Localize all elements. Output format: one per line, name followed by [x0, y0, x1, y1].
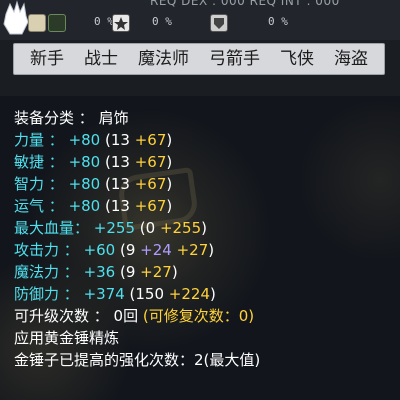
- stat-base: (0: [135, 219, 160, 237]
- slot-b-percent: 0 %: [152, 15, 172, 28]
- job-beginner[interactable]: 新手: [28, 43, 66, 75]
- stat-value: +80: [68, 197, 101, 215]
- job-bowman[interactable]: 弓箭手: [207, 43, 262, 75]
- job-magician[interactable]: 魔法师: [136, 43, 191, 75]
- stat-str: 力量 ： +80 (13 +67): [14, 130, 172, 150]
- stat-base: (13: [100, 175, 135, 193]
- stat-value: +374: [83, 285, 125, 303]
- stat-bonus: +67: [134, 175, 167, 193]
- stat-base: (150: [124, 285, 169, 303]
- stat-max-hp: 最大血量： +255 (0 +255): [14, 218, 207, 238]
- scroll-icon: [48, 14, 66, 32]
- stat-base: (13: [100, 153, 135, 171]
- stat-label: 最大血量：: [14, 219, 90, 237]
- slot-c-percent: 0 %: [268, 15, 288, 28]
- equip-category-value: 肩饰: [98, 109, 129, 127]
- stat-int: 智力 ： +80 (13 +67): [14, 174, 172, 194]
- stat-base: (13: [100, 131, 135, 149]
- upgrade-label: 可升级次数 ：: [14, 307, 114, 325]
- stat-bonus: +27: [140, 263, 172, 281]
- hammer-applied: 应用黄金锤精炼: [14, 329, 120, 347]
- shield-icon: [210, 14, 228, 32]
- stat-base: (13: [100, 197, 135, 215]
- stat-bonus: +67: [134, 153, 167, 171]
- job-pirate[interactable]: 海盗: [332, 43, 370, 75]
- stats-panel: 装备分类 ： 肩饰 力量 ： +80 (13 +67) 敏捷 ： +80 (13…: [0, 96, 400, 400]
- stat-close: ): [210, 285, 216, 303]
- stat-bonus: +24: [140, 241, 172, 259]
- stat-value: +80: [68, 153, 101, 171]
- stat-dex: 敏捷 ： +80 (13 +67): [14, 152, 172, 172]
- stat-label: 攻击力 ：: [14, 241, 79, 259]
- star-icon: [112, 14, 130, 32]
- equip-category: 装备分类 ： 肩饰: [14, 108, 129, 128]
- stat-label: 敏捷 ：: [14, 153, 64, 171]
- stat-luk: 运气 ： +80 (13 +67): [14, 196, 172, 216]
- requirement-text: REQ DEX : 000 REQ INT : 000: [150, 0, 340, 8]
- stat-label: 运气 ：: [14, 197, 64, 215]
- stat-bonus: +255: [159, 219, 202, 237]
- job-tab-bar: 新手 战士 魔法师 弓箭手 飞侠 海盗: [13, 43, 385, 75]
- stat-label: 防御力 ：: [14, 285, 79, 303]
- stat-close: ): [166, 197, 173, 215]
- hammer-count: 金锤子已提高的强化次数：2(最大值): [14, 351, 261, 369]
- stat-close: ): [208, 241, 215, 259]
- slot-a-percent: 0 %: [94, 15, 114, 28]
- stat-value: +255: [93, 219, 135, 237]
- item-header-strip: 0 % 0 % 0 % REQ DEX : 000 REQ INT : 000: [0, 0, 400, 40]
- stat-close: ): [201, 219, 207, 237]
- stat-attack: 攻击力 ： +60 (9 +24 +27): [14, 240, 214, 260]
- job-warrior[interactable]: 战士: [82, 43, 120, 75]
- equip-category-label: 装备分类 ：: [14, 109, 94, 127]
- upgrade-slots: 可升级次数 ： 0回 (可修复次数：0): [14, 306, 254, 326]
- stat-bonus: +224: [168, 285, 210, 303]
- stat-base: (9: [115, 241, 141, 259]
- stat-value: +80: [68, 131, 101, 149]
- stat-label: 智力 ：: [14, 175, 64, 193]
- stat-defense: 防御力 ： +374 (150 +224): [14, 284, 216, 304]
- upgrade-value: 0回: [113, 307, 139, 325]
- stat-magic: 魔法力 ： +36 (9 +27): [14, 262, 178, 282]
- stat-value: +80: [68, 175, 101, 193]
- stat-close: ): [166, 131, 173, 149]
- restore-count: (可修复次数：0): [138, 307, 255, 325]
- stat-bonus: +67: [134, 131, 167, 149]
- stat-value: +60: [83, 241, 116, 259]
- stat-bonus: +67: [134, 197, 167, 215]
- stat-base: (9: [115, 263, 141, 281]
- stat-label: 魔法力 ：: [14, 263, 79, 281]
- stat-close: ): [166, 175, 173, 193]
- stat-label: 力量 ：: [14, 131, 64, 149]
- stat-close: ): [171, 263, 178, 281]
- stat-bonus-extra: +27: [171, 241, 209, 259]
- job-thief[interactable]: 飞侠: [278, 43, 316, 75]
- slot-icon: [28, 14, 46, 32]
- stat-value: +36: [83, 263, 116, 281]
- stat-close: ): [166, 153, 173, 171]
